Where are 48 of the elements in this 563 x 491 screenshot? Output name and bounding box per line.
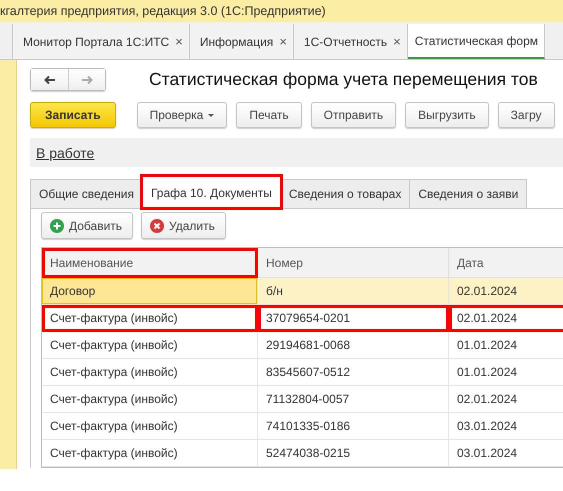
close-icon[interactable]: × — [393, 34, 401, 49]
plus-circle-icon — [50, 218, 64, 232]
column-header[interactable]: Наименование — [42, 248, 258, 278]
toolbar-button[interactable]: Печать — [236, 102, 302, 128]
form-title: Статистическая форма учета перемещения тов — [149, 69, 538, 90]
cross-circle-icon — [150, 218, 164, 232]
left-arrow-icon — [42, 74, 56, 86]
toolbar-button[interactable]: Отправить — [310, 102, 396, 128]
dropdown-button[interactable]: Проверка — [136, 102, 228, 128]
table-cell: Счет-фактура (инвойс) — [42, 305, 258, 332]
close-icon[interactable]: × — [175, 34, 183, 49]
table-cell: 71132804-0057 — [258, 386, 449, 413]
caret-icon — [208, 114, 214, 116]
table-cell: 74101335-0186 — [258, 413, 449, 440]
table-cell: Договор — [42, 278, 258, 305]
table-cell: б/н — [258, 278, 449, 305]
table-cell: 37079654-0201 — [258, 305, 449, 332]
table-cell: Счет-фактура (инвойс) — [42, 359, 258, 386]
open-tab[interactable]: Статистическая форм — [408, 24, 546, 59]
table-cell: Счет-фактура (инвойс) — [42, 332, 258, 359]
table-cell: 02.01.2024 — [449, 386, 563, 413]
column-header[interactable]: Дата — [449, 248, 563, 278]
table-cell: 01.01.2024 — [449, 359, 563, 386]
table-cell: 02.01.2024 — [449, 278, 563, 305]
back-button[interactable] — [31, 69, 68, 90]
column-header[interactable]: Номер — [258, 248, 449, 278]
add-button[interactable]: Добавить — [41, 212, 134, 239]
status-link[interactable]: В работе — [36, 144, 94, 160]
window-title: кгалтерия предприятия, редакция 3.0 (1С:Предприятие) — [0, 0, 563, 22]
table-cell: 01.01.2024 — [449, 332, 563, 359]
table-cell: 03.01.2024 — [449, 440, 563, 467]
close-icon[interactable]: × — [279, 34, 287, 49]
save-button[interactable]: Записать — [30, 102, 116, 128]
section-tab[interactable]: Общие сведения — [30, 179, 143, 208]
table-cell: Счет-фактура (инвойс) — [42, 440, 258, 467]
table-cell: 02.01.2024 — [449, 305, 563, 332]
table-cell: 83545607-0512 — [258, 359, 449, 386]
toolbar-button[interactable]: Загру — [498, 102, 554, 128]
table-cell: Счет-фактура (инвойс) — [42, 413, 258, 440]
table-cell: Счет-фактура (инвойс) — [42, 386, 258, 413]
table-cell: 52474038-0215 — [258, 440, 449, 467]
toolbar-button[interactable]: Выгрузить — [405, 102, 489, 128]
section-tab[interactable]: Сведения о заяви — [409, 179, 528, 208]
table-cell: 29194681-0068 — [258, 332, 449, 359]
delete-button[interactable]: Удалить — [141, 212, 226, 239]
section-tab[interactable]: Графа 10. Документы — [142, 176, 281, 208]
table-cell: 03.01.2024 — [449, 413, 563, 440]
right-arrow-icon — [80, 74, 94, 86]
